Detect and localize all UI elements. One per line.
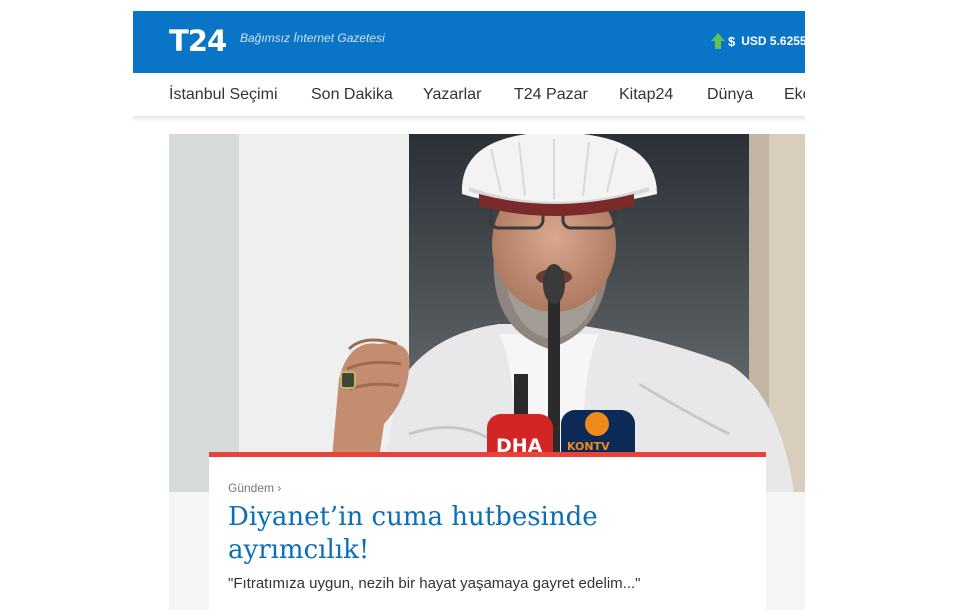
nav-item-son-dakika[interactable]: Son Dakika bbox=[311, 86, 393, 104]
currency-ticker: $ USD 5.6255 bbox=[711, 31, 805, 51]
nav-item-ekonomi[interactable]: Eko bbox=[784, 86, 805, 104]
article-headline[interactable]: Diyanet’in cuma hutbesinde ayrımcılık! bbox=[228, 501, 728, 567]
hero-left-margin bbox=[133, 134, 169, 492]
nav-item-kitap24[interactable]: Kitap24 bbox=[619, 86, 673, 104]
site-logo[interactable]: T24 bbox=[169, 24, 227, 58]
site-tagline: Bağımsız İnternet Gazetesi bbox=[240, 31, 385, 45]
main-nav: İstanbul Seçimi Son Dakika Yazarlar T24 … bbox=[133, 73, 805, 118]
nav-item-yazarlar[interactable]: Yazarlar bbox=[423, 86, 481, 104]
category-breadcrumb[interactable]: Gündem › bbox=[228, 481, 281, 495]
nav-item-t24-pazar[interactable]: T24 Pazar bbox=[514, 86, 588, 104]
nav-item-dunya[interactable]: Dünya bbox=[707, 86, 753, 104]
nav-item-istanbul-secimi[interactable]: İstanbul Seçimi bbox=[169, 86, 278, 104]
nav-shadow bbox=[133, 116, 805, 122]
article-card: Gündem › Diyanet’in cuma hutbesinde ayrı… bbox=[209, 452, 766, 610]
article-summary: "Fıtratımıza uygun, nezih bir hayat yaşa… bbox=[228, 575, 641, 592]
arrow-up-icon bbox=[711, 33, 725, 49]
dollar-icon: $ bbox=[728, 33, 736, 49]
site-header: T24 Bağımsız İnternet Gazetesi $ USD 5.6… bbox=[133, 11, 805, 73]
usd-rate: USD 5.6255 bbox=[741, 34, 805, 48]
page: T24 Bağımsız İnternet Gazetesi $ USD 5.6… bbox=[0, 0, 960, 610]
hero-image[interactable]: DHA KONTV bbox=[169, 134, 805, 492]
